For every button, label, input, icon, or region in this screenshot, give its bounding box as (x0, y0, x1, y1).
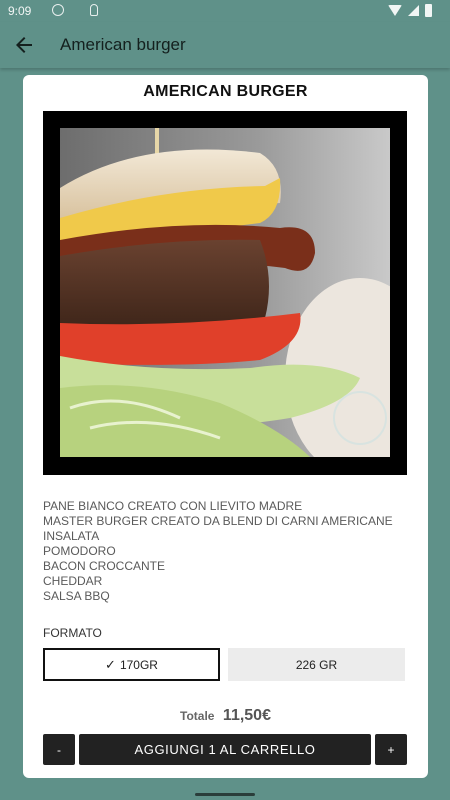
format-option-170gr[interactable]: ✓ 170GR (43, 648, 220, 681)
total-row: Totale 11,50€ (23, 707, 428, 725)
list-item: PANE BIANCO CREATO CON LIEVITO MADRE (43, 499, 303, 513)
list-item: MASTER BURGER CREATO DA BLEND DI CARNI A… (43, 514, 393, 528)
list-item: CHEDDAR (43, 574, 103, 588)
format-label: FORMATO (43, 626, 102, 640)
system-icons (388, 4, 432, 17)
add-to-cart-button[interactable]: AGGIUNGI 1 AL CARRELLO (79, 734, 371, 765)
signal-icon (408, 5, 419, 16)
format-option-label: 170GR (119, 657, 158, 672)
arrow-left-icon[interactable] (12, 33, 36, 57)
product-title: AMERICAN BURGER (143, 83, 308, 100)
microphone-icon (90, 4, 98, 16)
status-bar: 9:09 (0, 0, 450, 22)
battery-icon (425, 4, 432, 17)
total-label: Totale (180, 709, 215, 723)
decrease-quantity-button[interactable]: - (43, 734, 75, 765)
page-title: American burger (60, 35, 186, 54)
total-value: 11,50€ (222, 707, 271, 724)
app-bar: American burger (0, 22, 450, 68)
format-option-label: 226 GR (295, 657, 338, 672)
wifi-icon (388, 5, 402, 16)
list-item: SALSA BBQ (43, 589, 110, 603)
list-item: BACON CROCCANTE (43, 559, 166, 573)
product-card: AMERICAN BURGER PANE BIANCO CREATO CON L… (23, 75, 428, 778)
format-option-226gr[interactable]: 226 GR (228, 648, 405, 681)
list-item: POMODORO (43, 544, 116, 558)
burger-photo (60, 128, 390, 457)
check-icon: ✓ (105, 656, 116, 672)
ingredients-list: PANE BIANCO CREATO CON LIEVITO MADRE MAS… (43, 499, 413, 604)
increase-quantity-button[interactable]: + (375, 734, 407, 765)
list-item: INSALATA (43, 529, 100, 543)
notification-icon (52, 4, 64, 16)
status-time: 9:09 (8, 4, 32, 18)
product-image-frame (43, 111, 407, 475)
gesture-nav-handle[interactable] (195, 793, 255, 796)
